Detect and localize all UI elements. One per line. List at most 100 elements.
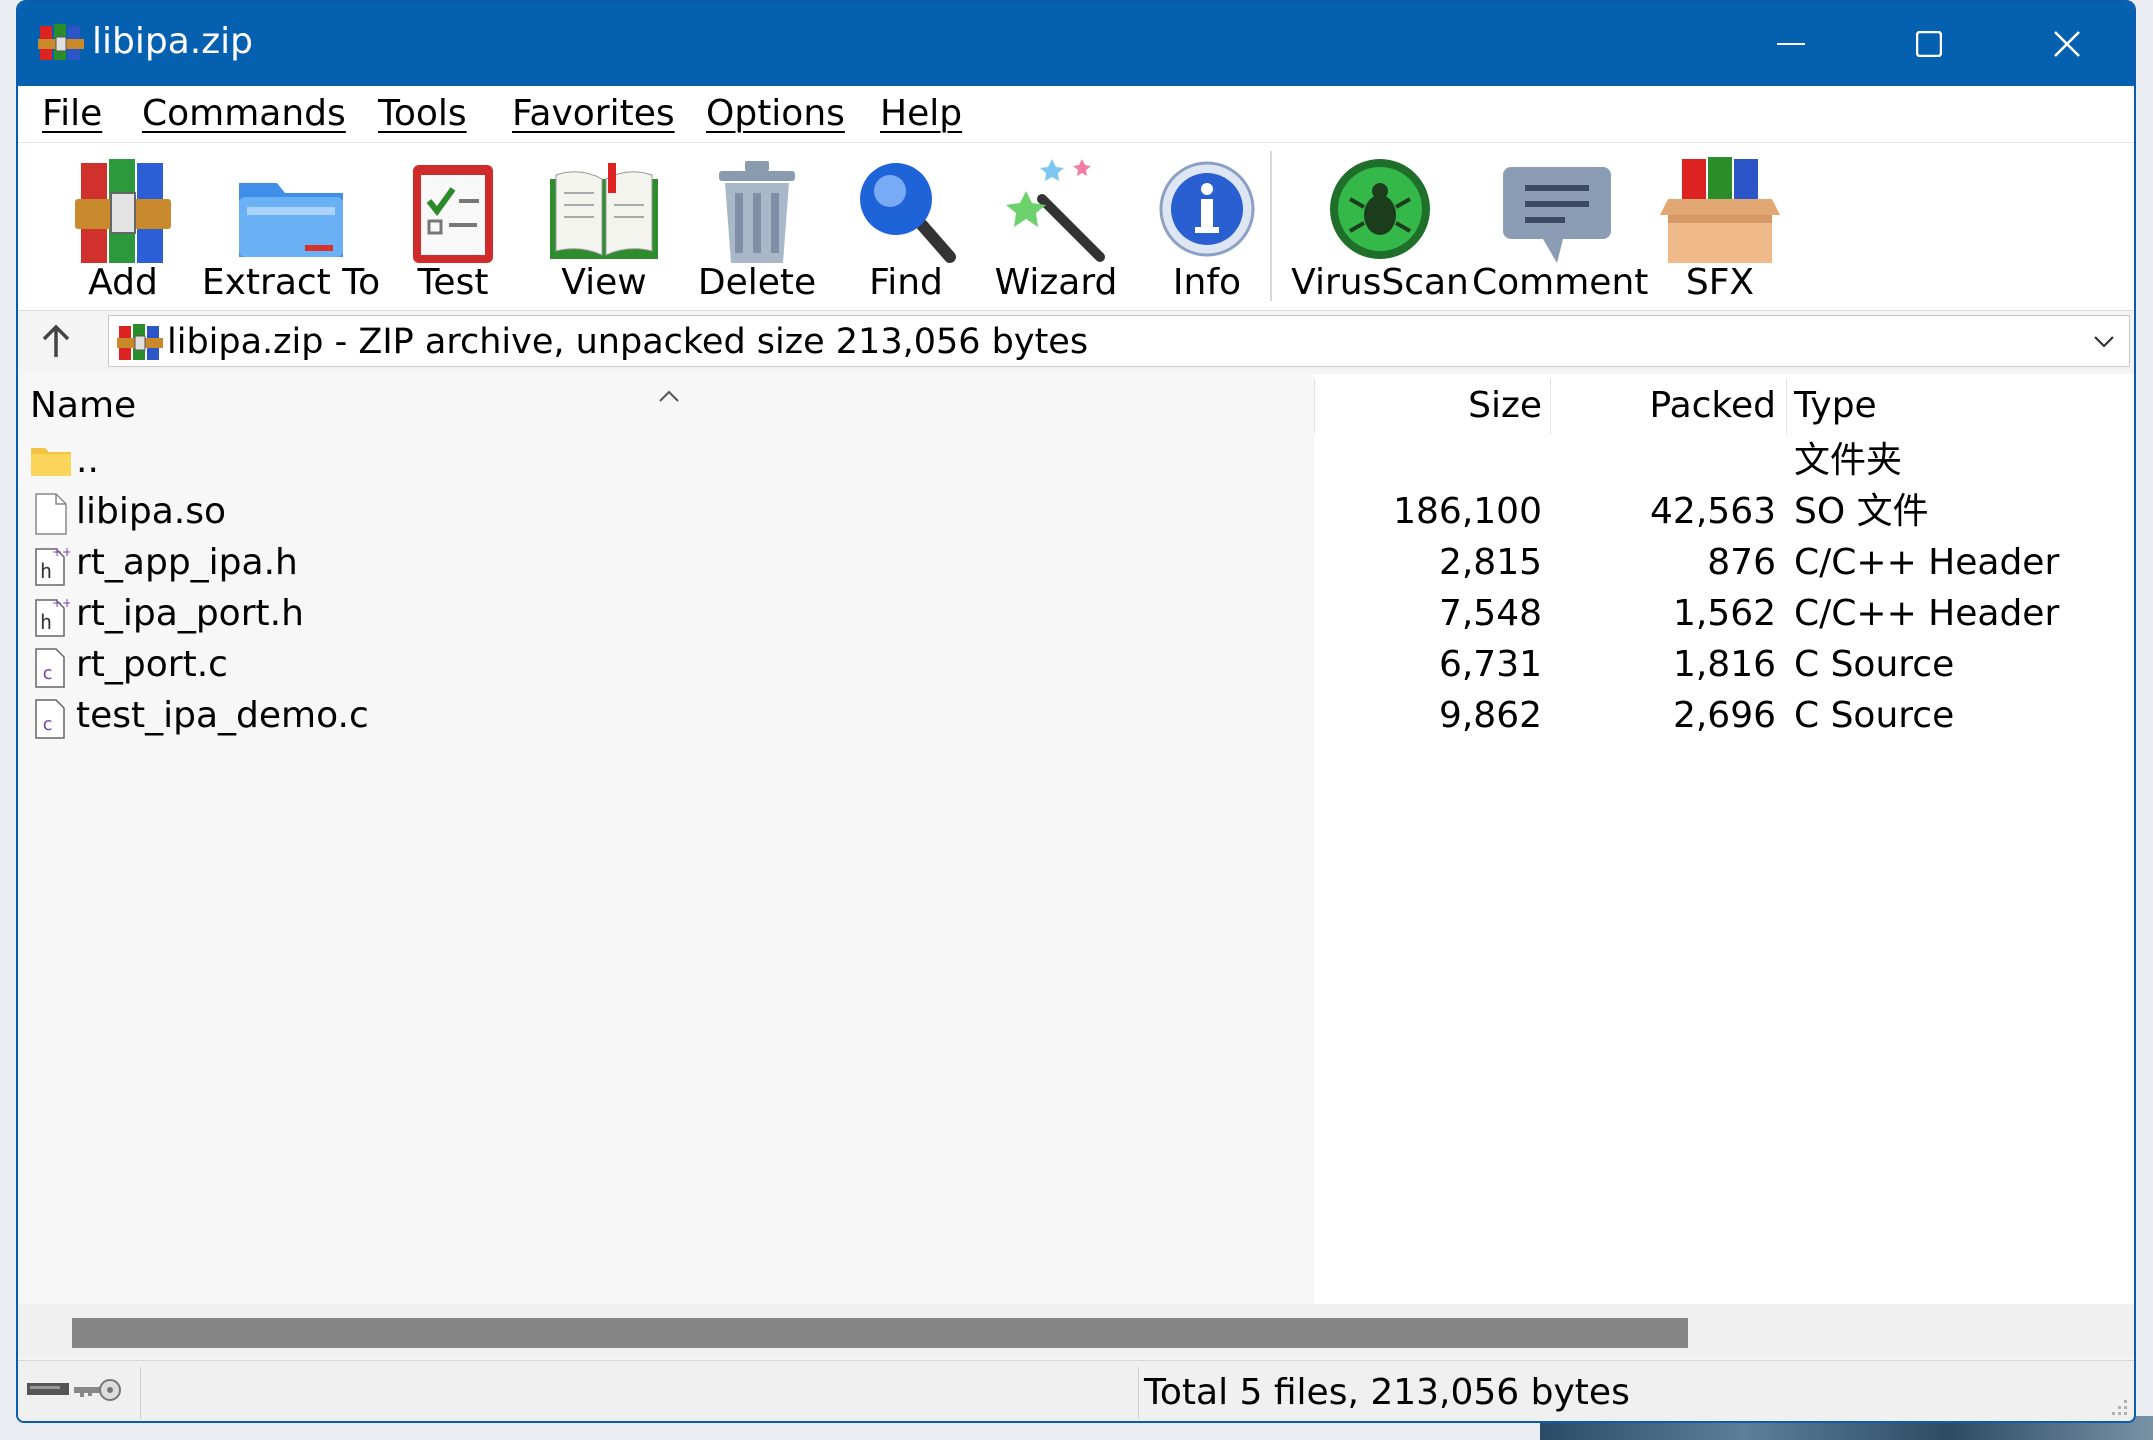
list-item[interactable]: h++ rt_ipa_port.h 7,548 1,562 C/C++ Head…	[18, 589, 2134, 640]
list-item[interactable]: c rt_port.c 6,731 1,816 C Source	[18, 640, 2134, 691]
file-name: rt_ipa_port.h	[76, 593, 304, 634]
delete-button[interactable]: Delete	[682, 147, 832, 307]
info-button[interactable]: Info	[1142, 147, 1272, 307]
sfx-box-icon	[1660, 157, 1780, 263]
find-label: Find	[869, 262, 943, 303]
status-bar: Total 5 files, 213,056 bytes	[18, 1360, 2134, 1421]
file-packed: 2,696	[1672, 695, 1776, 736]
drive-icon[interactable]	[26, 1381, 70, 1401]
maximize-button[interactable]	[1860, 2, 1998, 86]
wizard-wand-icon	[1006, 159, 1105, 262]
extract-to-label: Extract To	[201, 262, 381, 303]
column-divider[interactable]	[1550, 378, 1551, 434]
address-row: libipa.zip - ZIP archive, unpacked size …	[18, 310, 2134, 373]
title-bar[interactable]: libipa.zip	[18, 2, 2134, 86]
list-item[interactable]: h++ rt_app_ipa.h 2,815 876 C/C++ Header	[18, 538, 2134, 589]
delete-label: Delete	[697, 262, 817, 303]
column-header-type[interactable]: Type	[1794, 384, 1877, 428]
wizard-button[interactable]: Wizard	[984, 147, 1128, 307]
winrar-app-icon	[38, 22, 84, 68]
up-one-level-button[interactable]	[36, 321, 86, 363]
close-button[interactable]	[1998, 2, 2134, 86]
address-field[interactable]: libipa.zip - ZIP archive, unpacked size …	[108, 315, 2130, 367]
resize-grip-icon[interactable]	[2106, 1394, 2130, 1421]
c-source-file-icon: c	[30, 646, 70, 692]
virusscan-bug-icon	[1330, 159, 1430, 259]
svg-text:c: c	[42, 663, 53, 684]
sfx-label: SFX	[1685, 262, 1755, 303]
file-list[interactable]: Name Size Packed Type .. 文件夹 libipa.so 1…	[18, 374, 2134, 1316]
blank-file-icon	[30, 493, 70, 539]
find-button[interactable]: Find	[838, 147, 974, 307]
column-divider[interactable]	[1314, 378, 1315, 434]
file-size: 6,731	[1438, 644, 1542, 685]
sfx-button[interactable]: SFX	[1650, 147, 1790, 307]
list-item[interactable]: libipa.so 186,100 42,563 SO 文件	[18, 487, 2134, 538]
comment-button[interactable]: Comment	[1472, 147, 1649, 307]
c-source-file-icon: c	[30, 697, 70, 743]
toolbar: Add Extract To Test View Delete Find Wiz…	[18, 142, 2134, 311]
chevron-down-icon[interactable]	[2091, 328, 2117, 358]
info-label: Info	[1172, 262, 1242, 303]
file-name: ..	[76, 440, 99, 481]
add-button[interactable]: Add	[40, 147, 206, 307]
test-label: Test	[417, 262, 489, 303]
list-item[interactable]: c test_ipa_demo.c 9,862 2,696 C Source	[18, 691, 2134, 742]
test-checklist-icon	[413, 165, 493, 263]
minimize-button[interactable]	[1722, 2, 1860, 86]
file-type: C/C++ Header	[1794, 593, 2060, 634]
file-packed: 876	[1707, 542, 1776, 583]
menu-tools[interactable]: Tools	[378, 92, 467, 136]
winrar-window: libipa.zip File Commands Tools Favorites…	[16, 0, 2136, 1423]
file-size: 9,862	[1438, 695, 1542, 736]
file-packed: 42,563	[1650, 491, 1776, 532]
extract-folder-icon	[239, 183, 343, 257]
list-item[interactable]: .. 文件夹	[18, 436, 2134, 487]
file-size: 2,815	[1438, 542, 1542, 583]
close-icon	[2054, 31, 2080, 57]
column-header-name[interactable]: Name	[30, 384, 136, 428]
file-type: C/C++ Header	[1794, 542, 2060, 583]
menu-favorites[interactable]: Favorites	[512, 92, 675, 136]
file-type: SO 文件	[1794, 491, 1929, 532]
svg-text:c: c	[42, 714, 53, 735]
column-header-packed[interactable]: Packed	[1649, 384, 1776, 428]
horizontal-scrollbar[interactable]	[18, 1304, 2134, 1358]
toolbar-separator	[1270, 151, 1272, 301]
file-packed: 1,562	[1672, 593, 1776, 634]
menu-bar: File Commands Tools Favorites Options He…	[18, 86, 2134, 142]
sort-ascending-icon	[658, 388, 680, 407]
info-icon	[1159, 161, 1255, 257]
file-name: rt_app_ipa.h	[76, 542, 298, 583]
column-header-size[interactable]: Size	[1468, 384, 1542, 428]
delete-trash-icon	[719, 161, 795, 263]
svg-text:h: h	[40, 610, 52, 634]
extract-to-button[interactable]: Extract To	[186, 147, 396, 307]
key-icon[interactable]	[72, 1377, 122, 1407]
wizard-label: Wizard	[994, 262, 1118, 303]
menu-options[interactable]: Options	[706, 92, 845, 136]
folder-icon	[30, 442, 72, 482]
test-button[interactable]: Test	[388, 147, 518, 307]
column-divider[interactable]	[1786, 378, 1787, 434]
svg-text:h: h	[40, 559, 52, 583]
view-button[interactable]: View	[532, 147, 676, 307]
view-label: View	[561, 262, 647, 303]
menu-file[interactable]: File	[42, 92, 102, 136]
status-divider	[140, 1367, 141, 1419]
menu-commands[interactable]: Commands	[142, 92, 346, 136]
virusscan-label: VirusScan	[1291, 262, 1469, 303]
virusscan-button[interactable]: VirusScan	[1284, 147, 1476, 307]
header-file-icon: h++	[30, 595, 72, 641]
svg-text:++: ++	[52, 596, 70, 610]
scrollbar-thumb[interactable]	[72, 1318, 1688, 1348]
file-name: rt_port.c	[76, 644, 228, 685]
file-type: C Source	[1794, 644, 1955, 685]
archive-icon	[117, 324, 163, 366]
column-header-row: Name Size Packed Type	[18, 374, 2134, 434]
file-name: test_ipa_demo.c	[76, 695, 369, 736]
menu-help[interactable]: Help	[880, 92, 962, 136]
comment-label: Comment	[1472, 262, 1649, 303]
file-type: C Source	[1794, 695, 1955, 736]
file-packed: 1,816	[1672, 644, 1776, 685]
